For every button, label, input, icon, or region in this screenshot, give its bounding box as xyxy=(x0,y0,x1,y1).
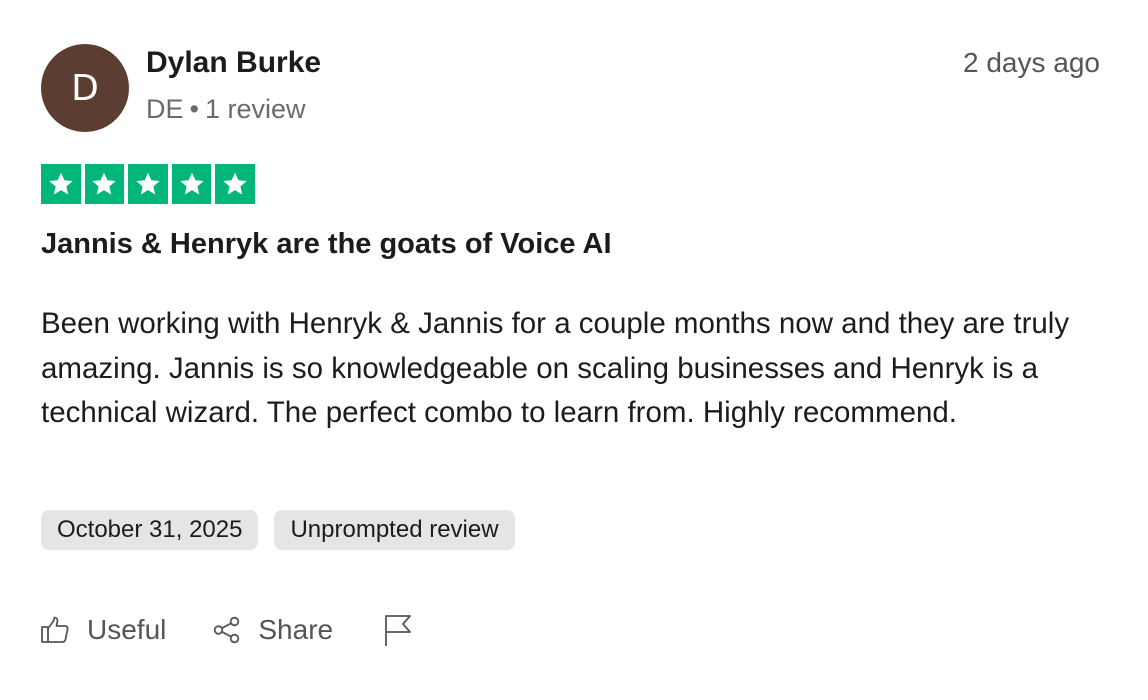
useful-label: Useful xyxy=(87,614,167,645)
review-posted-ago: 2 days ago xyxy=(963,47,1100,78)
star-rating xyxy=(41,164,255,204)
review-tags: October 31, 2025 Unprompted review xyxy=(41,510,515,550)
star-icon xyxy=(215,164,255,204)
review-date-tag: October 31, 2025 xyxy=(41,510,259,550)
star-icon xyxy=(41,164,81,204)
review-body: Been working with Henryk & Jannis for a … xyxy=(41,307,1070,429)
share-button[interactable]: Share xyxy=(212,614,333,646)
thumbs-up-icon xyxy=(39,614,71,646)
review-actions: Useful Share xyxy=(39,606,413,654)
author-review-count: 1 review xyxy=(204,94,306,124)
share-label: Share xyxy=(258,614,334,645)
author-meta: DE • 1 review xyxy=(146,94,306,125)
share-icon xyxy=(212,615,242,645)
star-icon xyxy=(128,164,168,204)
meta-separator: • xyxy=(189,94,199,124)
review-title: Jannis & Henryk are the goats of Voice A… xyxy=(41,228,612,260)
star-icon xyxy=(84,164,125,204)
review-type-tag[interactable]: Unprompted review xyxy=(274,510,515,550)
avatar-initial: D xyxy=(71,67,99,109)
useful-button[interactable]: Useful xyxy=(39,614,166,646)
author-name[interactable]: Dylan Burke xyxy=(146,46,321,80)
star-icon xyxy=(171,164,212,204)
flag-icon xyxy=(383,613,413,647)
report-button[interactable] xyxy=(383,613,413,647)
author-country: DE xyxy=(146,94,184,124)
avatar: D xyxy=(41,44,129,132)
